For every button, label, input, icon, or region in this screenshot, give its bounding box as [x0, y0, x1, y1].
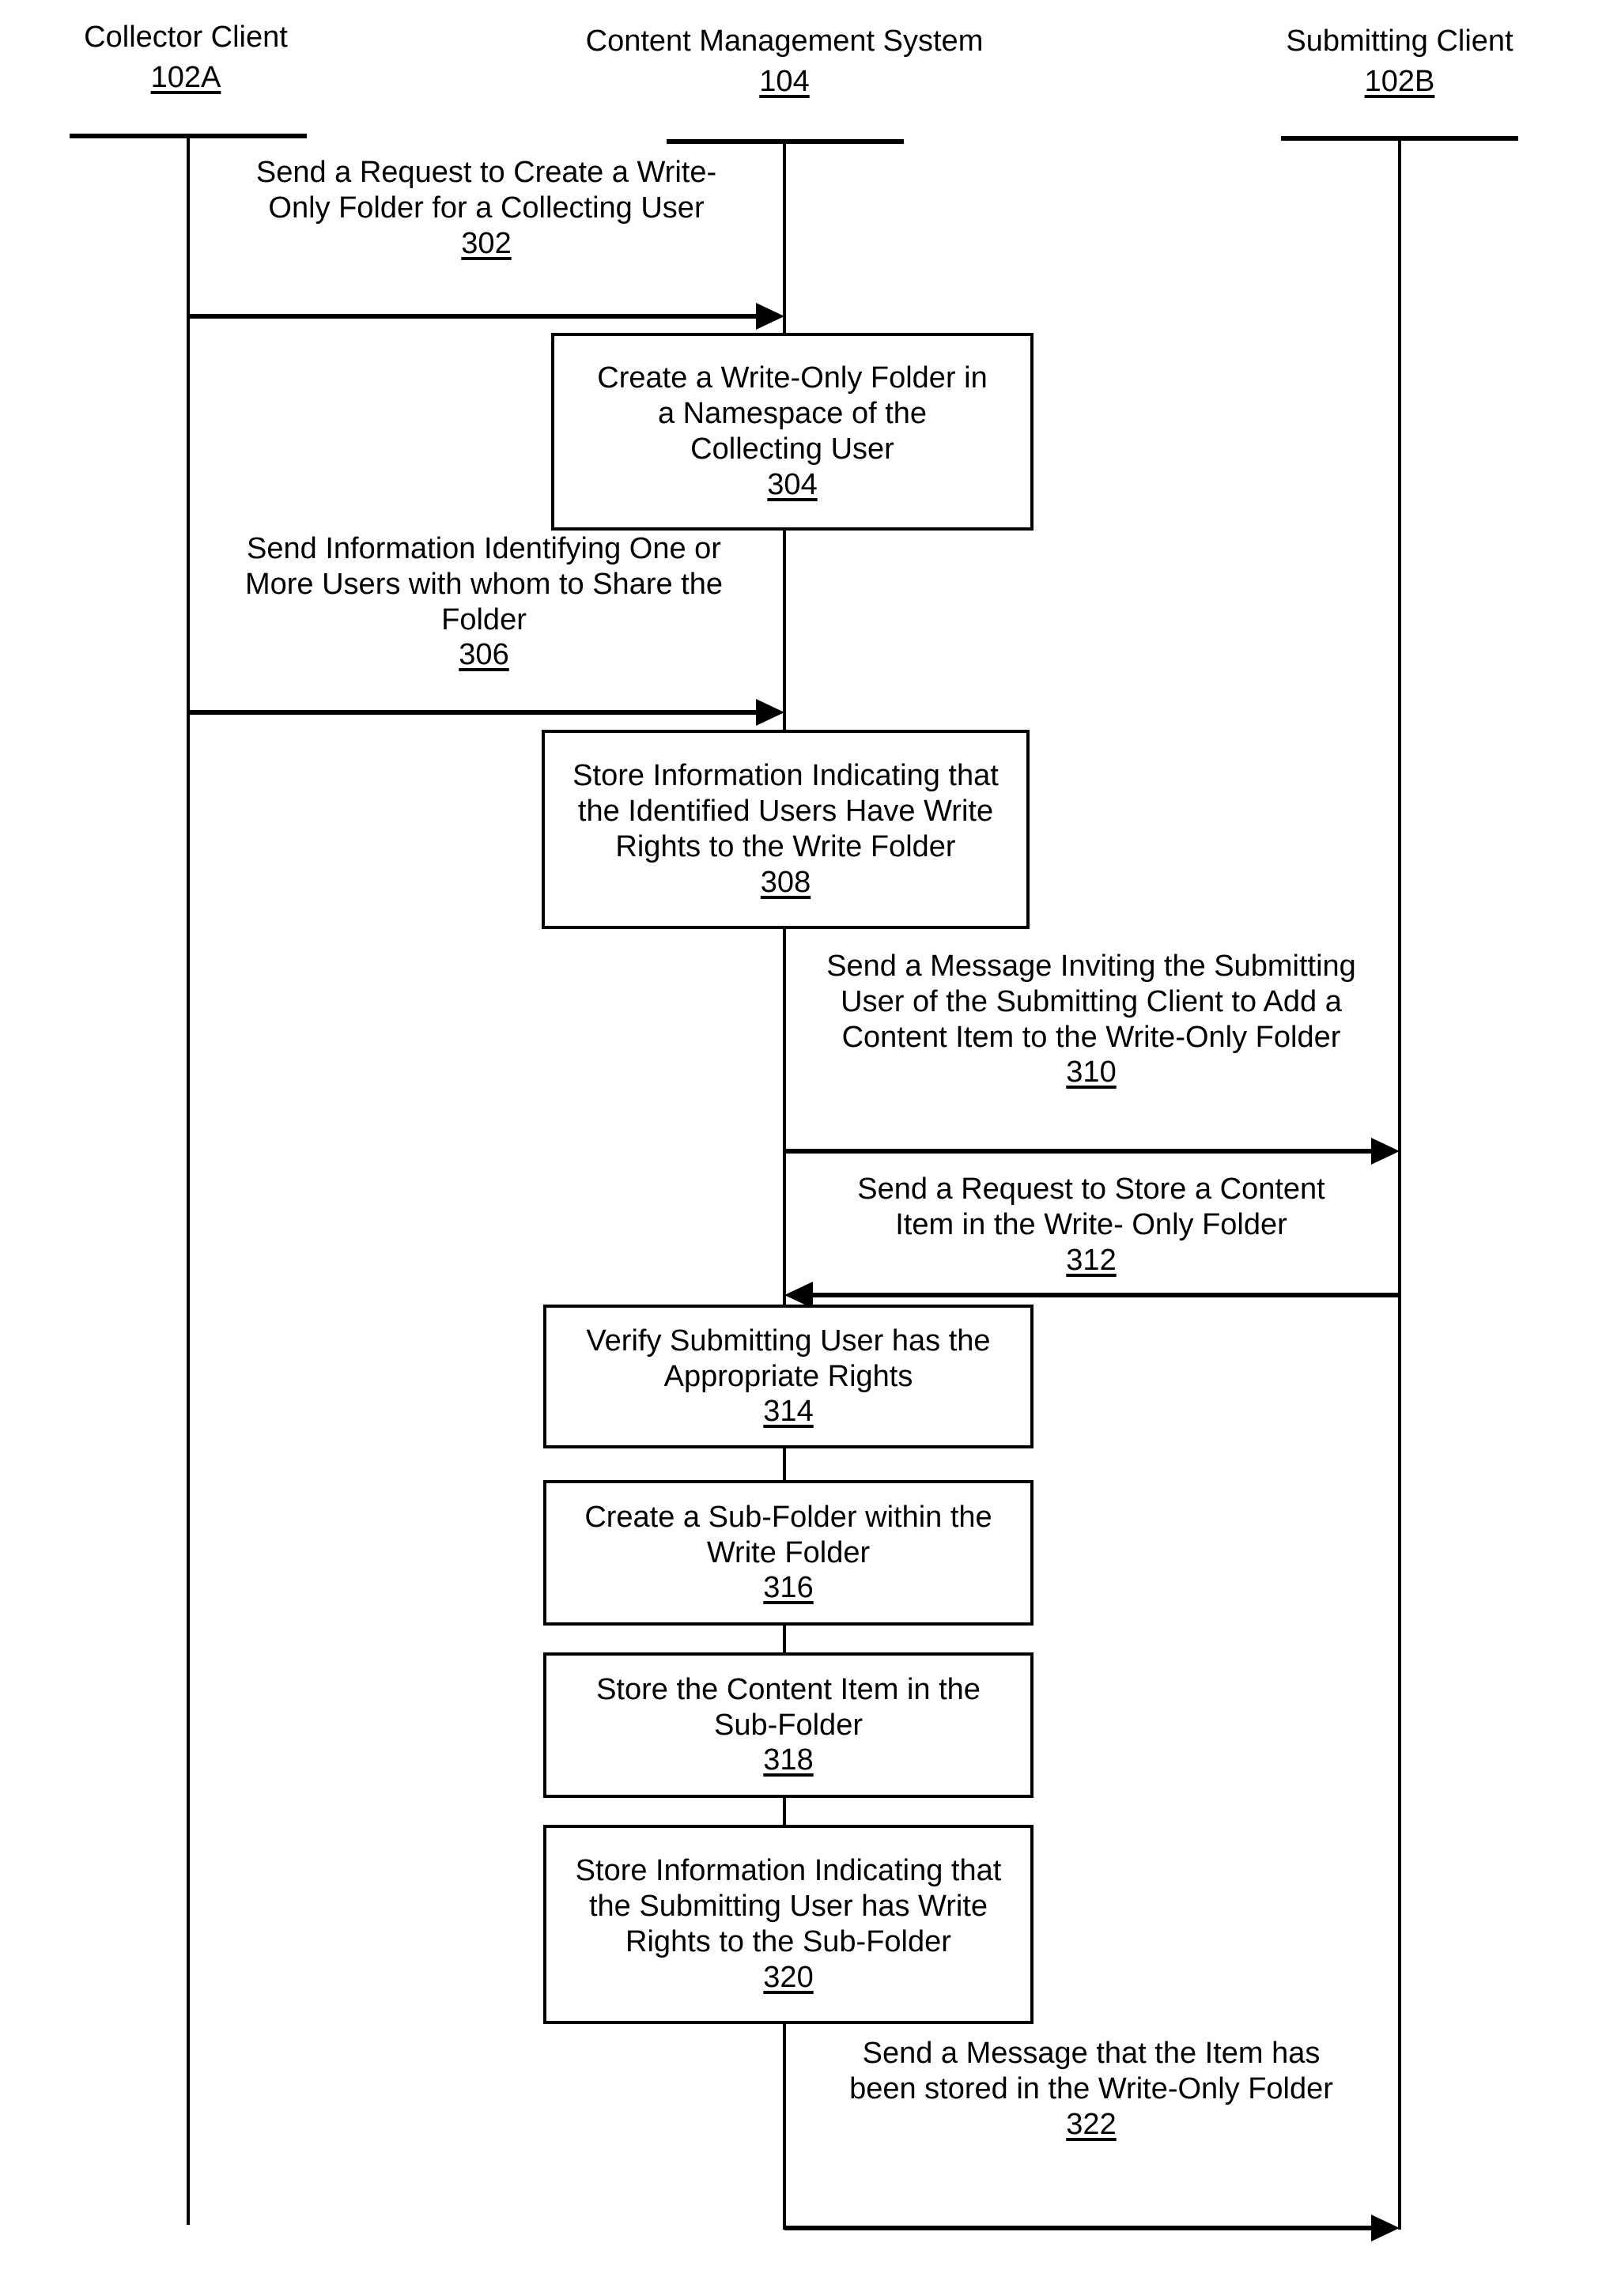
process-ref-316: 316 [763, 1571, 814, 1605]
message-label-312: Send a Request to Store a Content Item i… [791, 1172, 1392, 1278]
message-ref-322: 322 [1066, 2107, 1117, 2141]
process-text-318: Store the Content Item in the Sub-Folder [596, 1672, 981, 1742]
actor-header-content-management-system: Content Management System 104 [547, 25, 1022, 98]
process-box-318: Store the Content Item in the Sub-Folder… [543, 1652, 1034, 1798]
actor-title-content-management-system: Content Management System [585, 25, 984, 58]
message-ref-312: 312 [1066, 1243, 1117, 1277]
message-text-310: Send a Message Inviting the Submitting U… [826, 950, 1356, 1054]
process-box-304: Create a Write-Only Folder in a Namespac… [551, 333, 1034, 531]
message-text-322: Send a Message that the Item has been st… [849, 2037, 1333, 2105]
message-arrow-310 [784, 1137, 1400, 1165]
message-arrow-322 [784, 2214, 1400, 2242]
process-ref-320: 320 [763, 1960, 814, 1994]
message-label-310: Send a Message Inviting the Submitting U… [791, 949, 1392, 1090]
message-text-302: Send a Request to Create a Write- Only F… [255, 156, 717, 225]
message-text-306: Send Information Identifying One or More… [244, 532, 723, 636]
actor-ref-submitting-client: 102B [1364, 64, 1435, 98]
message-ref-306: 306 [459, 638, 509, 672]
process-text-320: Store Information Indicating that the Su… [575, 1854, 1002, 1958]
process-box-314: Verify Submitting User has the Appropria… [543, 1305, 1034, 1448]
message-ref-310: 310 [1066, 1055, 1117, 1089]
message-ref-302: 302 [461, 226, 512, 260]
actor-title-submitting-client: Submitting Client [1286, 25, 1513, 58]
message-label-302: Send a Request to Create a Write- Only F… [202, 155, 771, 261]
process-text-314: Verify Submitting User has the Appropria… [586, 1324, 991, 1393]
process-box-308: Store Information Indicating that the Id… [542, 730, 1030, 929]
message-label-306: Send Information Identifying One or More… [198, 531, 770, 673]
process-ref-314: 314 [763, 1395, 814, 1429]
process-box-320: Store Information Indicating that the Su… [543, 1825, 1034, 2024]
actor-header-submitting-client: Submitting Client 102B [1257, 25, 1542, 98]
lifeline-collector-client [187, 136, 190, 2225]
sequence-diagram-canvas: Collector Client 102A Content Management… [0, 0, 1606, 2296]
actor-ref-collector-client: 102A [150, 60, 221, 94]
actor-ref-content-management-system: 104 [759, 64, 810, 98]
process-text-308: Store Information Indicating that the Id… [572, 759, 999, 863]
actor-header-collector-client: Collector Client 102A [43, 21, 328, 94]
actor-title-collector-client: Collector Client [84, 21, 288, 54]
process-text-316: Create a Sub-Folder within the Write Fol… [584, 1500, 992, 1569]
message-label-322: Send a Message that the Item has been st… [799, 2036, 1384, 2142]
message-text-312: Send a Request to Store a Content Item i… [857, 1173, 1325, 1241]
process-box-316: Create a Sub-Folder within the Write Fol… [543, 1480, 1034, 1626]
process-ref-308: 308 [760, 865, 811, 899]
process-text-304: Create a Write-Only Folder in a Namespac… [597, 361, 988, 466]
process-ref-318: 318 [763, 1743, 814, 1777]
process-ref-304: 304 [767, 467, 818, 501]
message-arrow-302 [188, 302, 784, 330]
message-arrow-306 [188, 698, 784, 727]
lifeline-submitting-client [1398, 138, 1401, 2230]
